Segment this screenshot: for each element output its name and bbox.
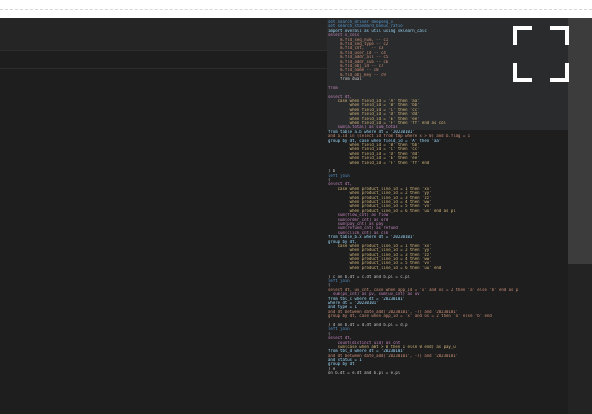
left-editor-panel[interactable] [0,18,327,414]
code-line: on b.dt = e.dt and b.pl = e.pl [328,371,401,376]
code-preview-panel[interactable]: set search_driver deepseq_v set search_st… [327,18,592,414]
dashed-divider [0,9,592,10]
fullscreen-icon [513,26,569,82]
scrollbar-track[interactable] [568,18,592,414]
browser-top-strip [0,0,592,18]
editor-tab-strip [0,18,327,51]
panel-divider [0,68,327,69]
scrollbar-thumb[interactable] [568,18,592,264]
fullscreen-button[interactable] [512,25,570,83]
